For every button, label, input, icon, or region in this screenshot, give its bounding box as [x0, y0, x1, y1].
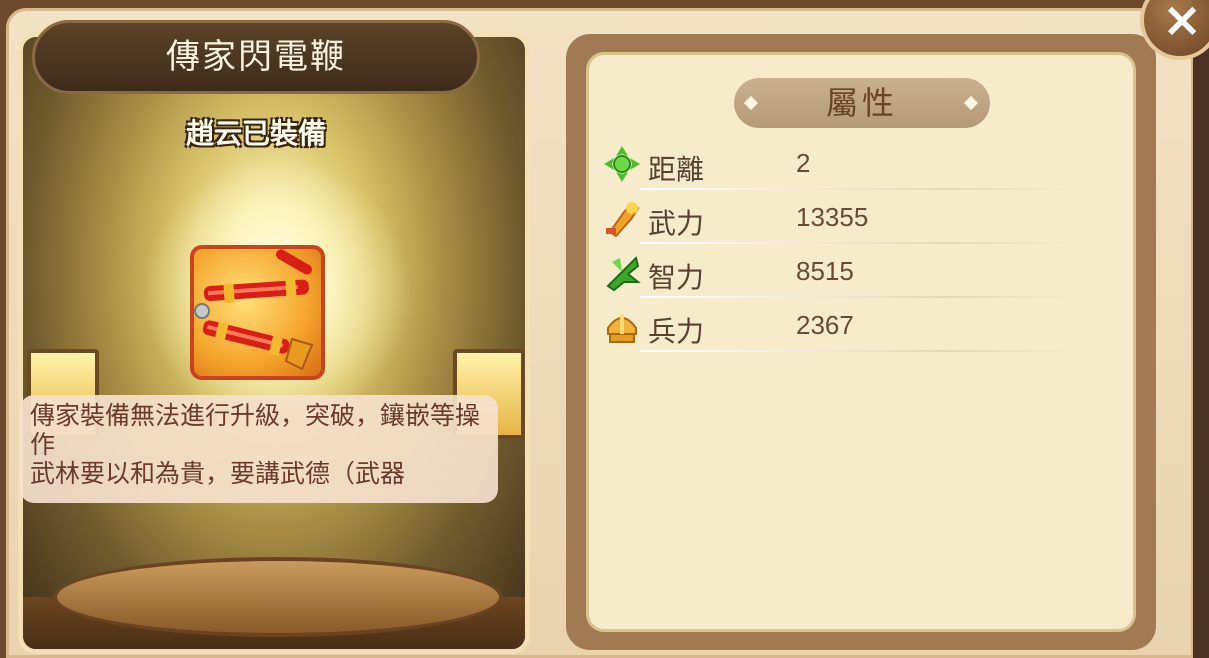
- stat-value: 8515: [796, 256, 854, 286]
- item-description: 傳家裝備無法進行升級，突破，鑲嵌等操作 武林要以和為貴，要講武德（武器: [30, 401, 481, 488]
- row-divider: [640, 188, 1080, 190]
- row-divider: [640, 350, 1080, 352]
- stat-value: 13355: [796, 202, 869, 232]
- stat-label: 武力: [648, 207, 705, 240]
- stat-value: 2367: [796, 310, 854, 340]
- stat-row-troops: 兵力 2367: [600, 302, 1080, 352]
- intelligence-icon: [606, 256, 641, 292]
- stat-row-intelligence: 智力 8515: [600, 248, 1080, 298]
- row-divider: [640, 242, 1080, 244]
- stat-row-range: 距離 2: [600, 140, 1080, 190]
- troops-icon: [607, 314, 637, 343]
- row-divider: [640, 296, 1080, 298]
- attributes-header-label: 屬性: [825, 84, 898, 122]
- force-icon: [606, 202, 640, 238]
- background-edge: [1193, 0, 1209, 658]
- item-description-box[interactable]: 傳家裝備無法進行升級，突破，鑲嵌等操作 武林要以和為貴，要講武德（武器: [20, 395, 498, 503]
- equip-status: 趙云已裝備: [185, 117, 326, 150]
- whip-item-icon[interactable]: [190, 245, 325, 380]
- stat-row-force: 武力 13355: [600, 194, 1080, 244]
- close-icon: ×: [1162, 0, 1203, 48]
- item-name: 傳家閃電鞭: [166, 37, 346, 77]
- whip-icon: [194, 249, 314, 371]
- stat-label: 兵力: [648, 315, 705, 348]
- stat-label: 智力: [648, 261, 705, 294]
- display-stage: [53, 557, 503, 637]
- stat-value: 2: [796, 148, 811, 178]
- range-icon: [604, 146, 640, 182]
- stat-label: 距離: [648, 153, 705, 186]
